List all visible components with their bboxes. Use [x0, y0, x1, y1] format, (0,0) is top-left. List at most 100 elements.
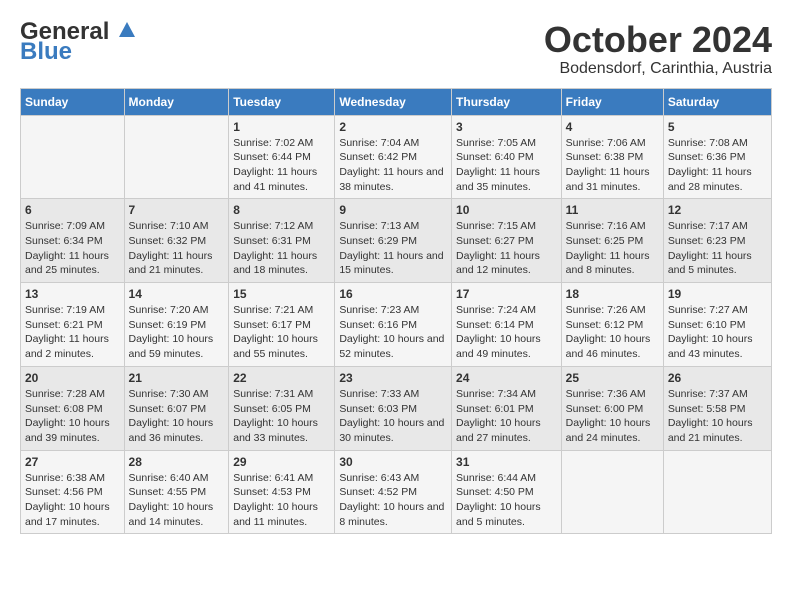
calendar-cell: 30 Sunrise: 6:43 AM Sunset: 4:52 PM Dayli… [335, 450, 452, 534]
day-info: Sunrise: 7:04 AM Sunset: 6:42 PM Dayligh… [339, 136, 447, 195]
day-number: 24 [456, 371, 557, 385]
calendar-cell [561, 450, 663, 534]
day-info: Sunrise: 7:16 AM Sunset: 6:25 PM Dayligh… [566, 219, 659, 278]
day-number: 13 [25, 287, 120, 301]
calendar-cell: 25 Sunrise: 7:36 AM Sunset: 6:00 PM Dayli… [561, 366, 663, 450]
day-info: Sunrise: 7:17 AM Sunset: 6:23 PM Dayligh… [668, 219, 767, 278]
day-info: Sunrise: 7:37 AM Sunset: 5:58 PM Dayligh… [668, 387, 767, 446]
day-number: 11 [566, 203, 659, 217]
day-info: Sunrise: 7:12 AM Sunset: 6:31 PM Dayligh… [233, 219, 330, 278]
day-info: Sunrise: 7:15 AM Sunset: 6:27 PM Dayligh… [456, 219, 557, 278]
day-info: Sunrise: 7:20 AM Sunset: 6:19 PM Dayligh… [129, 303, 225, 362]
weekday-header-friday: Friday [561, 88, 663, 115]
weekday-header-wednesday: Wednesday [335, 88, 452, 115]
day-info: Sunrise: 7:24 AM Sunset: 6:14 PM Dayligh… [456, 303, 557, 362]
calendar-cell: 12Sunrise: 7:17 AM Sunset: 6:23 PM Dayli… [663, 199, 771, 283]
calendar-cell: 7Sunrise: 7:10 AM Sunset: 6:32 PM Daylig… [124, 199, 229, 283]
page-header: General Blue October 2024 Bodensdorf, Ca… [20, 20, 772, 78]
day-number: 19 [668, 287, 767, 301]
calendar-table: SundayMondayTuesdayWednesdayThursdayFrid… [20, 88, 772, 535]
day-number: 9 [339, 203, 447, 217]
day-number: 15 [233, 287, 330, 301]
weekday-header-thursday: Thursday [452, 88, 562, 115]
day-number: 20 [25, 371, 120, 385]
day-number: 25 [566, 371, 659, 385]
calendar-cell: 13 Sunrise: 7:19 AM Sunset: 6:21 PM Dayli… [21, 283, 125, 367]
day-info: Sunrise: 6:38 AM Sunset: 4:56 PM Dayligh… [25, 471, 120, 530]
day-number: 14 [129, 287, 225, 301]
calendar-cell: 21Sunrise: 7:30 AM Sunset: 6:07 PM Dayli… [124, 366, 229, 450]
calendar-cell: 18 Sunrise: 7:26 AM Sunset: 6:12 PM Dayli… [561, 283, 663, 367]
page-subtitle: Bodensdorf, Carinthia, Austria [544, 60, 772, 78]
logo: General Blue [20, 20, 141, 64]
day-info: Sunrise: 7:13 AM Sunset: 6:29 PM Dayligh… [339, 219, 447, 278]
title-block: October 2024 Bodensdorf, Carinthia, Aust… [544, 20, 772, 78]
calendar-cell: 26 Sunrise: 7:37 AM Sunset: 5:58 PM Dayli… [663, 366, 771, 450]
calendar-cell: 24 Sunrise: 7:34 AM Sunset: 6:01 PM Dayli… [452, 366, 562, 450]
day-info: Sunrise: 7:08 AM Sunset: 6:36 PM Dayligh… [668, 136, 767, 195]
day-number: 30 [339, 455, 447, 469]
day-number: 23 [339, 371, 447, 385]
day-info: Sunrise: 6:43 AM Sunset: 4:52 PM Dayligh… [339, 471, 447, 530]
day-number: 10 [456, 203, 557, 217]
day-info: Sunrise: 7:06 AM Sunset: 6:38 PM Dayligh… [566, 136, 659, 195]
week-row-4: 20 Sunrise: 7:28 AM Sunset: 6:08 PM Dayli… [21, 366, 772, 450]
day-number: 2 [339, 120, 447, 134]
calendar-cell: 6 Sunrise: 7:09 AM Sunset: 6:34 PM Daylig… [21, 199, 125, 283]
calendar-cell: 9 Sunrise: 7:13 AM Sunset: 6:29 PM Daylig… [335, 199, 452, 283]
calendar-cell: 20 Sunrise: 7:28 AM Sunset: 6:08 PM Dayli… [21, 366, 125, 450]
day-number: 16 [339, 287, 447, 301]
day-number: 6 [25, 203, 120, 217]
weekday-header-sunday: Sunday [21, 88, 125, 115]
day-info: Sunrise: 7:36 AM Sunset: 6:00 PM Dayligh… [566, 387, 659, 446]
day-info: Sunrise: 6:44 AM Sunset: 4:50 PM Dayligh… [456, 471, 557, 530]
day-info: Sunrise: 7:05 AM Sunset: 6:40 PM Dayligh… [456, 136, 557, 195]
calendar-cell [21, 115, 125, 199]
week-row-1: 1Sunrise: 7:02 AM Sunset: 6:44 PM Daylig… [21, 115, 772, 199]
calendar-cell [124, 115, 229, 199]
calendar-cell: 3 Sunrise: 7:05 AM Sunset: 6:40 PM Daylig… [452, 115, 562, 199]
calendar-cell: 22 Sunrise: 7:31 AM Sunset: 6:05 PM Dayli… [229, 366, 335, 450]
calendar-cell: 28 Sunrise: 6:40 AM Sunset: 4:55 PM Dayli… [124, 450, 229, 534]
day-info: Sunrise: 7:21 AM Sunset: 6:17 PM Dayligh… [233, 303, 330, 362]
day-info: Sunrise: 7:09 AM Sunset: 6:34 PM Dayligh… [25, 219, 120, 278]
calendar-cell: 2 Sunrise: 7:04 AM Sunset: 6:42 PM Daylig… [335, 115, 452, 199]
day-number: 29 [233, 455, 330, 469]
logo-blue: Blue [20, 40, 72, 64]
day-info: Sunrise: 7:19 AM Sunset: 6:21 PM Dayligh… [25, 303, 120, 362]
day-number: 1 [233, 120, 330, 134]
calendar-cell: 23Sunrise: 7:33 AM Sunset: 6:03 PM Dayli… [335, 366, 452, 450]
weekday-header-saturday: Saturday [663, 88, 771, 115]
day-info: Sunrise: 7:31 AM Sunset: 6:05 PM Dayligh… [233, 387, 330, 446]
day-info: Sunrise: 6:40 AM Sunset: 4:55 PM Dayligh… [129, 471, 225, 530]
calendar-cell: 17 Sunrise: 7:24 AM Sunset: 6:14 PM Dayli… [452, 283, 562, 367]
week-row-5: 27Sunrise: 6:38 AM Sunset: 4:56 PM Dayli… [21, 450, 772, 534]
calendar-cell: 14 Sunrise: 7:20 AM Sunset: 6:19 PM Dayli… [124, 283, 229, 367]
calendar-cell: 31 Sunrise: 6:44 AM Sunset: 4:50 PM Dayli… [452, 450, 562, 534]
day-number: 3 [456, 120, 557, 134]
day-info: Sunrise: 7:30 AM Sunset: 6:07 PM Dayligh… [129, 387, 225, 446]
day-number: 31 [456, 455, 557, 469]
day-number: 8 [233, 203, 330, 217]
day-number: 18 [566, 287, 659, 301]
day-info: Sunrise: 7:34 AM Sunset: 6:01 PM Dayligh… [456, 387, 557, 446]
day-number: 22 [233, 371, 330, 385]
day-number: 26 [668, 371, 767, 385]
week-row-2: 6 Sunrise: 7:09 AM Sunset: 6:34 PM Daylig… [21, 199, 772, 283]
day-info: Sunrise: 7:28 AM Sunset: 6:08 PM Dayligh… [25, 387, 120, 446]
calendar-cell: 4Sunrise: 7:06 AM Sunset: 6:38 PM Daylig… [561, 115, 663, 199]
day-number: 5 [668, 120, 767, 134]
day-number: 17 [456, 287, 557, 301]
day-number: 28 [129, 455, 225, 469]
day-number: 7 [129, 203, 225, 217]
page-title: October 2024 [544, 20, 772, 60]
calendar-cell: 1Sunrise: 7:02 AM Sunset: 6:44 PM Daylig… [229, 115, 335, 199]
weekday-header-row: SundayMondayTuesdayWednesdayThursdayFrid… [21, 88, 772, 115]
calendar-cell: 15 Sunrise: 7:21 AM Sunset: 6:17 PM Dayli… [229, 283, 335, 367]
calendar-cell: 11 Sunrise: 7:16 AM Sunset: 6:25 PM Dayli… [561, 199, 663, 283]
calendar-cell: 29 Sunrise: 6:41 AM Sunset: 4:53 PM Dayli… [229, 450, 335, 534]
weekday-header-tuesday: Tuesday [229, 88, 335, 115]
day-info: Sunrise: 6:41 AM Sunset: 4:53 PM Dayligh… [233, 471, 330, 530]
day-info: Sunrise: 7:26 AM Sunset: 6:12 PM Dayligh… [566, 303, 659, 362]
day-info: Sunrise: 7:27 AM Sunset: 6:10 PM Dayligh… [668, 303, 767, 362]
